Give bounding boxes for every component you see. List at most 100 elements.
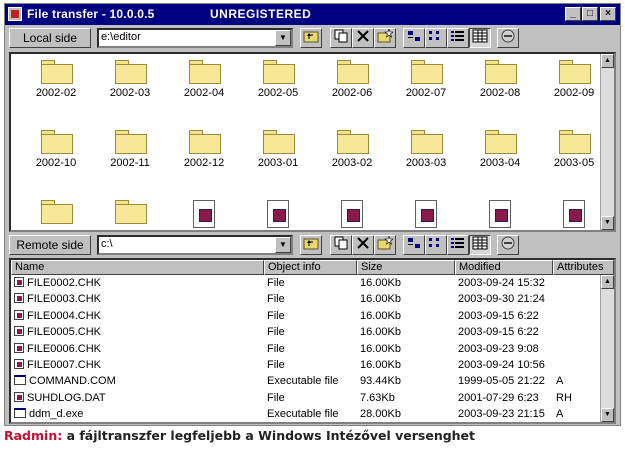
- title-bar[interactable]: File transfer - 10.0.0.5 UNREGISTERED _ …: [5, 4, 620, 25]
- chk-file-icon: [14, 277, 24, 287]
- remote-path-input[interactable]: c:\: [97, 235, 293, 255]
- table-row[interactable]: FILE0005.CHK File 16.00Kb 2003-09-15 6:22: [11, 326, 600, 339]
- cell-size: 16.00Kb: [360, 277, 401, 289]
- column-header-name[interactable]: Name: [11, 260, 264, 275]
- caption-text: a fájltranszfer legfeljebb a Windows Int…: [62, 428, 476, 443]
- table-row[interactable]: FILE0007.CHK File 16.00Kb 2003-09-24 10:56: [11, 359, 600, 372]
- maximize-button[interactable]: □: [582, 7, 598, 21]
- table-row[interactable]: FILE0003.CHK File 16.00Kb 2003-09-30 21:24: [11, 293, 600, 306]
- new-folder-icon[interactable]: [374, 235, 396, 255]
- table-row[interactable]: ddm_d.exe Executable file 28.00Kb 2003-09-2…: [11, 408, 600, 421]
- column-header-modified[interactable]: Modified: [455, 260, 553, 275]
- folder-item[interactable]: 2003-05: [539, 130, 609, 169]
- folder-item[interactable]: 2002-05: [243, 60, 313, 99]
- file-item[interactable]: [317, 200, 387, 230]
- large-icons-view-icon[interactable]: [403, 235, 425, 255]
- chk-file-icon: [14, 326, 24, 337]
- delete-icon[interactable]: [352, 28, 374, 48]
- local-side-button[interactable]: Local side: [9, 28, 91, 48]
- remote-vertical-scrollbar[interactable]: ▲ ▼: [600, 275, 614, 422]
- folder-item[interactable]: 2002-10: [21, 130, 91, 169]
- new-folder-icon[interactable]: [374, 28, 396, 48]
- scroll-down-icon[interactable]: ▼: [601, 216, 614, 230]
- list-view-icon[interactable]: [447, 28, 469, 48]
- folder-item[interactable]: 2002-04: [169, 60, 239, 99]
- cell-name: FILE0002.CHK: [14, 277, 101, 290]
- folder-icon: [337, 60, 369, 84]
- folder-item[interactable]: [95, 200, 165, 227]
- details-view-icon[interactable]: [469, 235, 491, 255]
- stop-icon[interactable]: [497, 235, 519, 255]
- table-row[interactable]: FILE0004.CHK File 16.00Kb 2003-09-15 6:22: [11, 309, 600, 323]
- list-view-icon[interactable]: [447, 235, 469, 255]
- folder-icon: [263, 60, 295, 84]
- item-label: 2003-02: [331, 157, 373, 169]
- folder-item[interactable]: 2002-09: [539, 60, 609, 99]
- large-icons-view-icon[interactable]: [403, 28, 425, 48]
- file-item[interactable]: [465, 200, 535, 230]
- table-row[interactable]: FILE0006.CHK File 16.00Kb 2003-09-23 9:08: [11, 342, 600, 356]
- folder-item[interactable]: 2003-04: [465, 130, 535, 169]
- cell-modified: 2003-09-23 9:08: [458, 342, 539, 355]
- small-icons-view-icon[interactable]: [425, 28, 447, 48]
- cell-modified: 2003-09-24 10:56: [458, 359, 545, 371]
- close-button[interactable]: ×: [600, 7, 616, 21]
- scroll-down-icon[interactable]: ▼: [601, 408, 614, 422]
- up-folder-icon[interactable]: [300, 28, 322, 48]
- cell-info: Executable file: [267, 375, 339, 388]
- folder-icon: [41, 60, 73, 84]
- file-item[interactable]: [391, 200, 461, 230]
- file-item[interactable]: [539, 200, 609, 230]
- cell-name: FILE0003.CHK: [14, 293, 101, 306]
- cell-size: 28.00Kb: [360, 408, 401, 421]
- copy-icon[interactable]: [330, 28, 352, 48]
- file-name: FILE0002.CHK: [27, 277, 101, 289]
- column-header-size[interactable]: Size: [357, 260, 455, 275]
- folder-icon: [559, 60, 591, 84]
- scroll-up-icon[interactable]: ▲: [601, 275, 614, 289]
- copy-icon[interactable]: [330, 235, 352, 255]
- column-header-attributes[interactable]: Attributes: [553, 260, 614, 275]
- local-file-pane[interactable]: 2002-02 2002-03 2002-04 2002-05 2002-06 2002-…: [9, 52, 616, 232]
- folder-item[interactable]: 2002-12: [169, 130, 239, 169]
- item-label: 2003-01: [257, 157, 299, 169]
- file-item[interactable]: [243, 200, 313, 230]
- remote-side-button[interactable]: Remote side: [9, 235, 91, 255]
- table-row[interactable]: COMMAND.COM Executable file 93.44Kb 1999-05…: [11, 375, 600, 388]
- folder-item[interactable]: 2002-07: [391, 60, 461, 99]
- table-row[interactable]: FILE0002.CHK File 16.00Kb 2003-09-24 15:32: [11, 277, 600, 290]
- folder-item[interactable]: 2002-08: [465, 60, 535, 99]
- local-path-dropdown[interactable]: ▼: [275, 30, 291, 46]
- folder-item[interactable]: [21, 200, 91, 227]
- stop-icon[interactable]: [497, 28, 519, 48]
- folder-item[interactable]: 2003-02: [317, 130, 387, 169]
- minimize-button[interactable]: _: [565, 7, 581, 21]
- column-header-object-info[interactable]: Object info: [264, 260, 357, 275]
- exe-file-icon: [14, 408, 26, 419]
- table-row[interactable]: SUHDLOG.DAT File 7.63Kb 2001-07-29 6:23 RH: [11, 391, 600, 405]
- small-icons-view-icon[interactable]: [425, 235, 447, 255]
- folder-item[interactable]: 2003-03: [391, 130, 461, 169]
- folder-item[interactable]: 2003-01: [243, 130, 313, 169]
- details-view-icon[interactable]: [469, 28, 491, 48]
- local-vertical-scrollbar[interactable]: ▲ ▼: [600, 54, 614, 230]
- up-folder-icon[interactable]: [300, 235, 322, 255]
- item-label: 2003-05: [553, 157, 595, 169]
- scroll-up-icon[interactable]: ▲: [601, 54, 614, 68]
- file-name: SUHDLOG.DAT: [27, 391, 106, 404]
- remote-file-list[interactable]: Name Object info Size Modified Attribute…: [9, 258, 616, 424]
- remote-path-dropdown[interactable]: ▼: [275, 237, 291, 253]
- item-label: 2002-04: [183, 87, 225, 99]
- cell-info: File: [267, 391, 285, 404]
- folder-icon: [115, 130, 147, 154]
- folder-item[interactable]: 2002-11: [95, 130, 165, 169]
- folder-item[interactable]: 2002-03: [95, 60, 165, 99]
- file-item[interactable]: [169, 200, 239, 230]
- local-path-input[interactable]: e:\editor: [97, 28, 293, 48]
- folder-item[interactable]: 2002-02: [21, 60, 91, 99]
- folder-item[interactable]: 2002-06: [317, 60, 387, 99]
- file-name: FILE0005.CHK: [27, 326, 101, 339]
- cell-size: 93.44Kb: [360, 375, 401, 388]
- delete-icon[interactable]: [352, 235, 374, 255]
- file-icon: [415, 200, 437, 228]
